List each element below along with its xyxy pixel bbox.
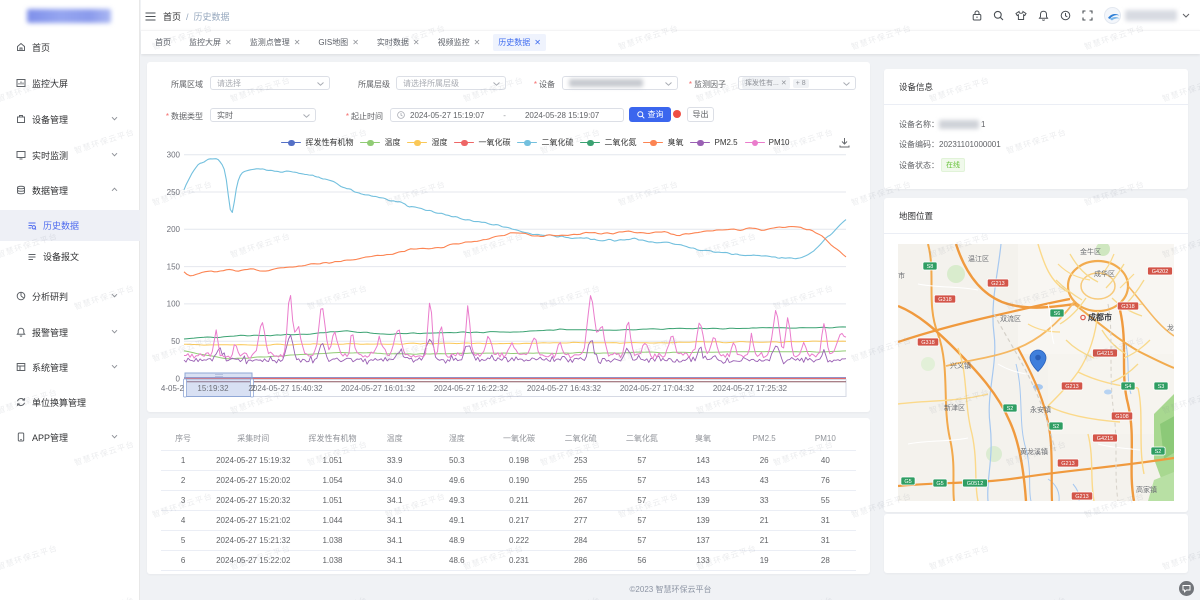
svg-text:2024-05-27 16:22:32: 2024-05-27 16:22:32 bbox=[434, 384, 509, 393]
svg-text:G4215: G4215 bbox=[1097, 351, 1114, 357]
svg-text:金牛区: 金牛区 bbox=[1080, 247, 1101, 256]
svg-text:S8: S8 bbox=[927, 264, 934, 270]
svg-text:15:19:32: 15:19:32 bbox=[197, 384, 229, 393]
svg-text:4-05-2: 4-05-2 bbox=[161, 384, 185, 393]
svg-text:2024-05-27 15:40:32: 2024-05-27 15:40:32 bbox=[248, 384, 323, 393]
svg-text:G213: G213 bbox=[1075, 494, 1088, 500]
svg-text:G318: G318 bbox=[1121, 304, 1134, 310]
svg-text:100: 100 bbox=[167, 300, 181, 309]
svg-text:G5: G5 bbox=[936, 481, 943, 487]
svg-text:0: 0 bbox=[176, 374, 181, 383]
svg-text:50: 50 bbox=[171, 337, 180, 346]
svg-text:G4215: G4215 bbox=[1097, 436, 1114, 442]
svg-text:永安镇: 永安镇 bbox=[1030, 405, 1051, 414]
svg-text:S2: S2 bbox=[1155, 449, 1162, 455]
svg-text:G213: G213 bbox=[991, 281, 1004, 287]
svg-text:250: 250 bbox=[167, 188, 181, 197]
svg-text:S2: S2 bbox=[1007, 406, 1014, 412]
svg-text:150: 150 bbox=[167, 262, 181, 271]
svg-text:新津区: 新津区 bbox=[944, 403, 965, 412]
svg-text:高家镇: 高家镇 bbox=[1136, 485, 1157, 494]
svg-text:S4: S4 bbox=[1125, 384, 1132, 390]
svg-text:双流区: 双流区 bbox=[1000, 314, 1021, 323]
svg-text:G213: G213 bbox=[1061, 461, 1074, 467]
svg-text:G213: G213 bbox=[1065, 384, 1078, 390]
svg-text:G318: G318 bbox=[938, 297, 951, 303]
svg-text:G318: G318 bbox=[921, 340, 934, 346]
svg-text:成华区: 成华区 bbox=[1094, 269, 1115, 278]
svg-text:G108: G108 bbox=[1115, 414, 1128, 420]
svg-text:黄龙溪镇: 黄龙溪镇 bbox=[1020, 447, 1048, 456]
svg-text:2024-05-27 16:43:32: 2024-05-27 16:43:32 bbox=[527, 384, 602, 393]
svg-text:温江区: 温江区 bbox=[968, 254, 989, 263]
svg-text:200: 200 bbox=[167, 225, 181, 234]
svg-text:G4202: G4202 bbox=[1152, 269, 1169, 275]
svg-text:成都市: 成都市 bbox=[1088, 312, 1112, 322]
svg-text:2024-05-27 16:01:32: 2024-05-27 16:01:32 bbox=[341, 384, 416, 393]
svg-text:2024-05-27 17:04:32: 2024-05-27 17:04:32 bbox=[620, 384, 695, 393]
svg-text:S3: S3 bbox=[1158, 384, 1165, 390]
svg-text:龙: 龙 bbox=[1167, 323, 1174, 332]
svg-text:市: 市 bbox=[898, 271, 905, 280]
svg-text:300: 300 bbox=[167, 151, 181, 160]
svg-text:2024-05-27 17:25:32: 2024-05-27 17:25:32 bbox=[713, 384, 788, 393]
svg-text:兴义镇: 兴义镇 bbox=[950, 361, 971, 370]
svg-text:G5: G5 bbox=[904, 479, 911, 485]
svg-text:G0512: G0512 bbox=[967, 481, 984, 487]
svg-text:S2: S2 bbox=[1053, 424, 1060, 430]
svg-text:S6: S6 bbox=[1054, 311, 1061, 317]
